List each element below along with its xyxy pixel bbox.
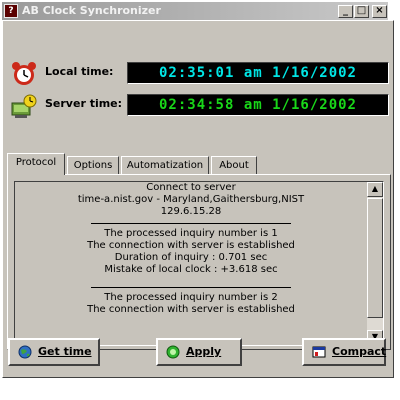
protocol-panel: Connect to server time-a.nist.gov - Mary… (7, 174, 391, 350)
tab-options[interactable]: Options (67, 156, 119, 175)
server-time-display: 02:34:58 am 1/16/2002 (127, 94, 389, 116)
minimize-button[interactable]: _ (338, 5, 353, 18)
log-line: 129.6.15.28 (160, 206, 222, 217)
log-line: The connection with server is establishe… (87, 240, 295, 251)
local-time-row: Local time: 02:35:01 am 1/16/2002 (7, 59, 389, 89)
compact-button[interactable]: Compact (302, 338, 386, 366)
protocol-log[interactable]: Connect to server time-a.nist.gov - Mary… (14, 181, 384, 346)
log-separator (91, 287, 291, 288)
vertical-scrollbar[interactable]: ▲ ▼ (367, 182, 383, 345)
get-time-button-label: Get time (38, 345, 92, 358)
tab-automatization[interactable]: Automatization (121, 156, 209, 175)
log-line: time-a.nist.gov - Maryland,Gaithersburg,… (77, 194, 305, 205)
log-line: Duration of inquiry : 0.701 sec (114, 252, 268, 263)
maximize-button[interactable]: □ (354, 5, 369, 18)
log-line: Connect to server (146, 182, 236, 193)
log-line: Mistake of local clock : +3.618 sec (104, 264, 278, 275)
log-separator (91, 223, 291, 224)
local-time-display: 02:35:01 am 1/16/2002 (127, 62, 389, 84)
tab-strip: Protocol Options Automatization About (7, 153, 267, 175)
log-line: The processed inquiry number is 2 (104, 292, 278, 303)
tab-protocol[interactable]: Protocol (7, 153, 65, 175)
server-time-row: Server time: 02:34:58 am 1/16/2002 (7, 91, 389, 121)
green-circle-icon (166, 345, 180, 359)
scroll-thumb[interactable] (367, 198, 383, 318)
close-button[interactable]: × (372, 5, 387, 18)
log-line: The processed inquiry number is 1 (104, 228, 278, 239)
title-bar[interactable]: ? AB Clock Synchronizer _ □ × (2, 2, 388, 20)
apply-button[interactable]: Apply (156, 338, 242, 366)
tab-about[interactable]: About (211, 156, 257, 175)
log-line: The connection with server is establishe… (87, 304, 295, 315)
local-time-label: Local time: (45, 65, 114, 78)
window-title: AB Clock Synchronizer (22, 4, 161, 17)
compact-button-label: Compact (332, 345, 387, 358)
scroll-up-button[interactable]: ▲ (367, 182, 383, 197)
server-computer-icon (11, 94, 37, 118)
globe-icon (18, 345, 32, 359)
get-time-button[interactable]: Get time (8, 338, 100, 366)
log-content: Connect to server time-a.nist.gov - Mary… (15, 182, 367, 316)
apply-button-label: Apply (186, 345, 222, 358)
compact-window-icon (312, 346, 326, 358)
alarm-clock-icon (12, 62, 36, 85)
server-time-label: Server time: (45, 97, 123, 110)
app-icon[interactable]: ? (4, 4, 18, 18)
main-window: Local time: 02:35:01 am 1/16/2002 Server… (2, 20, 394, 378)
